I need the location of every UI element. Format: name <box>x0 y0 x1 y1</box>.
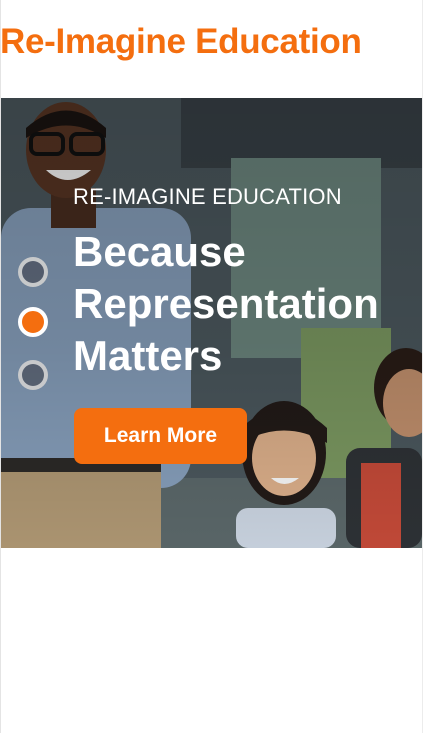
hero-headline: Because Representation Matters <box>73 226 379 382</box>
hero-eyebrow: RE-IMAGINE EDUCATION <box>73 184 342 209</box>
hero-banner: RE-IMAGINE EDUCATION Because Representat… <box>1 98 422 548</box>
slide-dot-1[interactable] <box>18 257 48 287</box>
site-title: Re-Imagine Education <box>0 22 362 61</box>
headline-line: Because <box>73 228 246 275</box>
slide-dot-3[interactable] <box>18 360 48 390</box>
headline-line: Representation <box>73 280 379 327</box>
headline-line: Matters <box>73 332 223 379</box>
learn-more-button[interactable]: Learn More <box>74 408 247 464</box>
slide-dot-2[interactable] <box>18 307 48 337</box>
